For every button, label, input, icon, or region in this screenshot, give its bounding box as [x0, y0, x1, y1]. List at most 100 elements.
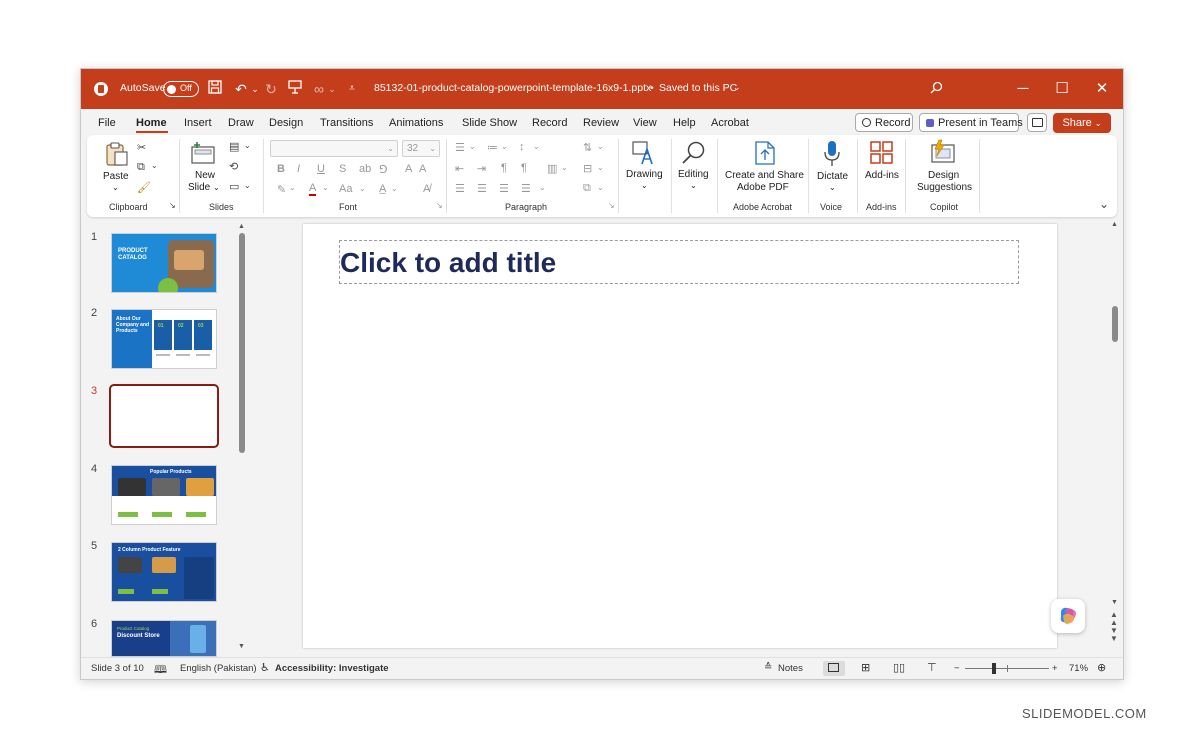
save-status[interactable]: Saved to this PC	[659, 82, 737, 94]
scroll-down-arrow-icon[interactable]: ▼	[238, 643, 245, 650]
record-button[interactable]: Record	[855, 113, 913, 132]
tab-draw[interactable]: Draw	[228, 117, 254, 129]
clear-formatting-icon[interactable]: A̸	[423, 183, 430, 195]
format-painter-icon[interactable]: 🖌	[137, 181, 151, 194]
present-from-start-icon[interactable]	[286, 80, 304, 98]
fit-to-window-icon[interactable]: ⊕	[1097, 661, 1106, 674]
create-share-label-1[interactable]: Create and Share	[725, 170, 804, 182]
underline-button[interactable]: U	[317, 163, 325, 175]
customize-toolbar-icon[interactable]: ⩡	[343, 80, 361, 98]
scroll-up-arrow-icon[interactable]: ▲	[238, 223, 245, 230]
collapse-ribbon-icon[interactable]: ⌄	[1099, 197, 1109, 211]
justify-icon[interactable]: ☰	[521, 182, 531, 195]
zoom-in-button[interactable]: +	[1052, 663, 1058, 674]
tab-slide-show[interactable]: Slide Show	[462, 117, 517, 129]
italic-button[interactable]: I	[297, 163, 300, 175]
line-spacing-icon[interactable]: ↕	[519, 141, 525, 153]
design-suggestions-label-1[interactable]: Design	[928, 170, 959, 182]
accessibility-status[interactable]: Accessibility: Investigate	[275, 663, 389, 674]
normal-view-button[interactable]	[823, 661, 845, 676]
copilot-button[interactable]	[1051, 599, 1085, 633]
character-spacing-icon[interactable]: ab	[359, 163, 371, 175]
bullets-icon[interactable]: ☰	[455, 141, 465, 154]
dictate-dropdown-icon[interactable]: ⌄	[829, 182, 836, 194]
thumbnail-scrollbar[interactable]: ▲ ▼	[238, 223, 245, 653]
slide-show-icon[interactable]: ⊤	[927, 661, 937, 674]
microphone-icon[interactable]	[823, 140, 841, 173]
align-text-dropdown-icon[interactable]: ⌄	[597, 163, 604, 172]
layout-dropdown-icon[interactable]: ⌄	[244, 141, 251, 150]
tab-insert[interactable]: Insert	[184, 117, 212, 129]
change-case-dropdown-icon[interactable]: ⌄	[359, 184, 366, 193]
columns-dropdown-icon[interactable]: ⌄	[561, 163, 568, 172]
notes-button[interactable]: Notes	[778, 663, 803, 674]
ltr-icon[interactable]: ¶	[501, 162, 507, 174]
rtl-icon[interactable]: ¶	[521, 162, 527, 174]
minimize-icon[interactable]: ─	[1013, 80, 1033, 98]
tab-transitions[interactable]: Transitions	[320, 117, 373, 129]
bold-button[interactable]: B	[277, 163, 285, 175]
share-button[interactable]: Share ⌄	[1053, 113, 1111, 133]
justify-dropdown-icon[interactable]: ⌄	[539, 183, 546, 192]
align-left-icon[interactable]: ☰	[455, 182, 465, 195]
tab-review[interactable]: Review	[583, 117, 619, 129]
decrease-indent-icon[interactable]: ⇤	[455, 162, 464, 175]
strikethrough-button[interactable]: S	[339, 163, 346, 175]
title-placeholder-text[interactable]: Click to add title	[340, 247, 556, 279]
font-launcher-icon[interactable]: ↘	[436, 201, 443, 210]
tab-home[interactable]: Home	[136, 117, 167, 129]
editor-scrollbar-thumb[interactable]	[1112, 306, 1118, 342]
tab-acrobat[interactable]: Acrobat	[711, 117, 749, 129]
language-indicator[interactable]: English (Pakistan)	[180, 663, 257, 674]
increase-indent-icon[interactable]: ⇥	[477, 162, 486, 175]
slide-thumbnail-3[interactable]	[109, 384, 219, 448]
new-slide-icon[interactable]	[191, 141, 215, 170]
numbering-icon[interactable]: ≔	[487, 141, 498, 154]
decrease-font-icon[interactable]: A	[419, 163, 426, 175]
numbering-dropdown-icon[interactable]: ⌄	[501, 142, 508, 151]
editor-scroll-down-icon[interactable]: ▼	[1111, 599, 1118, 606]
slide-canvas[interactable]: Click to add title	[303, 224, 1057, 648]
change-case-button[interactable]: Aa	[339, 183, 352, 195]
drawing-icon[interactable]	[631, 140, 657, 171]
zoom-out-button[interactable]: −	[954, 663, 960, 674]
editor-scroll-up-icon[interactable]: ▲	[1111, 221, 1118, 228]
line-spacing-dropdown-icon[interactable]: ⌄	[533, 142, 540, 151]
adobe-pdf-icon[interactable]	[753, 140, 777, 171]
design-suggestions-icon[interactable]	[929, 139, 957, 170]
cut-icon[interactable]: ✂	[137, 141, 146, 154]
spelling-check-icon[interactable]: 🕮	[154, 661, 167, 679]
copy-icon[interactable]: ⧉	[137, 161, 145, 174]
copy-dropdown-icon[interactable]: ⌄	[151, 161, 158, 170]
text-direction-icon[interactable]: ⇅	[583, 141, 592, 154]
text-direction-dropdown-icon[interactable]: ⌄	[597, 142, 604, 151]
title-placeholder[interactable]: Click to add title	[339, 240, 1019, 284]
comments-button[interactable]	[1027, 113, 1047, 132]
paste-dropdown-icon[interactable]: ⌄	[112, 182, 119, 194]
tab-help[interactable]: Help	[673, 117, 696, 129]
paste-icon[interactable]	[105, 141, 129, 172]
new-slide-dropdown-icon[interactable]: ⌄	[213, 182, 220, 194]
zoom-slider-thumb[interactable]	[992, 663, 996, 674]
slide-thumbnail-6[interactable]: Product Catalog Discount Store	[111, 620, 217, 657]
create-share-label-2[interactable]: Adobe PDF	[737, 182, 789, 194]
font-size-select[interactable]: 32 ⌄	[402, 140, 440, 157]
text-shadow-icon[interactable]: ⅁	[379, 163, 388, 176]
smartart-icon[interactable]: ⧉	[583, 182, 591, 195]
layout-icon[interactable]: ▤	[229, 140, 239, 153]
clipboard-launcher-icon[interactable]: ↘	[169, 201, 176, 210]
align-right-icon[interactable]: ☰	[499, 182, 509, 195]
drawing-dropdown-icon[interactable]: ⌄	[641, 180, 648, 192]
font-family-select[interactable]: ⌄	[270, 140, 398, 157]
slide-thumbnail-1[interactable]: PRODUCT CATALOG	[111, 233, 217, 293]
autosave-toggle[interactable]: Off	[163, 81, 199, 97]
highlight-color-icon[interactable]: ✎	[277, 183, 286, 196]
zoom-slider[interactable]	[965, 663, 1049, 674]
smartart-dropdown-icon[interactable]: ⌄	[597, 183, 604, 192]
font-color-dropdown-icon[interactable]: ⌄	[322, 183, 329, 192]
reset-slide-icon[interactable]: ⟲	[229, 160, 238, 173]
search-icon[interactable]	[927, 80, 945, 98]
maximize-icon[interactable]: ☐	[1052, 80, 1072, 98]
font-effects-icon[interactable]: A̲	[379, 183, 386, 195]
editing-search-icon[interactable]	[681, 140, 707, 171]
